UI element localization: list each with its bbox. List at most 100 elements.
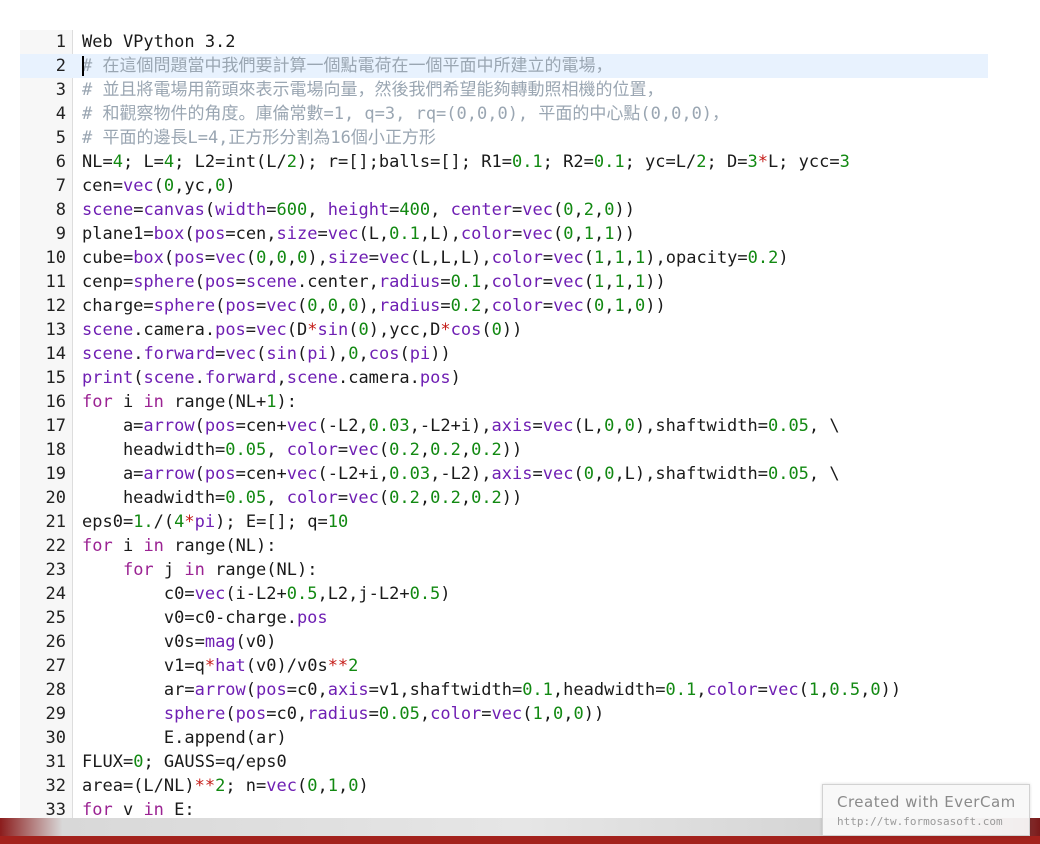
code-text[interactable]: c0=vec(i-L2+0.5,L2,j-L2+0.5): [82, 582, 451, 606]
code-text[interactable]: scene.camera.pos=vec(D*sin(0),ycc,D*cos(…: [82, 318, 522, 342]
code-text[interactable]: NL=4; L=4; L2=int(L/2); r=[];balls=[]; R…: [82, 150, 850, 174]
code-token: ,: [481, 272, 492, 292]
code-text[interactable]: charge=sphere(pos=vec(0,0,0),radius=0.2,…: [82, 294, 666, 318]
code-text[interactable]: # 和觀察物件的角度。庫倫常數=1, q=3, rq=(0,0,0), 平面的中…: [82, 102, 729, 126]
code-text[interactable]: # 平面的邊長L=4,正方形分割為16個小正方形: [82, 126, 436, 150]
code-line[interactable]: 6 NL=4; L=4; L2=int(L/2); r=[];balls=[]; …: [20, 150, 988, 174]
code-line[interactable]: 13 scene.camera.pos=vec(D*sin(0),ycc,D*co…: [20, 318, 988, 342]
code-text[interactable]: for i in range(NL):: [82, 534, 277, 558]
code-token: **: [194, 776, 216, 796]
code-line[interactable]: 5 # 平面的邊長L=4,正方形分割為16個小正方形: [20, 126, 988, 150]
code-line[interactable]: 28 ar=arrow(pos=c0,axis=v1,shaftwidth=0.…: [20, 678, 988, 702]
code-text[interactable]: scene=canvas(width=600, height=400, cent…: [82, 198, 635, 222]
code-line[interactable]: 19 a=arrow(pos=cen+vec(-L2+i,0.03,-L2),a…: [20, 462, 988, 486]
code-text[interactable]: cen=vec(0,yc,0): [82, 174, 236, 198]
code-line[interactable]: 4 # 和觀察物件的角度。庫倫常數=1, q=3, rq=(0,0,0), 平面的…: [20, 102, 988, 126]
code-token: v0=c0-charge.: [82, 608, 297, 628]
code-text[interactable]: v1=q*hat(v0)/v0s**2: [82, 654, 359, 678]
code-line[interactable]: 21 eps0=1./(4*pi); E=[]; q=10: [20, 510, 988, 534]
code-token: =: [337, 488, 349, 508]
code-token: charge=: [82, 296, 154, 316]
code-text[interactable]: for v in E:: [82, 798, 195, 818]
code-text[interactable]: plane1=box(pos=cen,size=vec(L,0.1,L),col…: [82, 222, 635, 246]
code-text[interactable]: a=arrow(pos=cen+vec(-L2+i,0.03,-L2),axis…: [82, 462, 840, 486]
code-text[interactable]: eps0=1./(4*pi); E=[]; q=10: [82, 510, 348, 534]
code-text[interactable]: Web VPython 3.2: [82, 30, 236, 54]
code-token: ): [450, 368, 461, 388]
code-text[interactable]: v0s=mag(v0): [82, 630, 277, 654]
code-line[interactable]: 16 for i in range(NL+1):: [20, 390, 988, 414]
code-line[interactable]: 7 cen=vec(0,yc,0): [20, 174, 988, 198]
code-token: range(NL):: [163, 536, 277, 556]
code-line[interactable]: 2 # 在這個問題當中我們要計算一個點電荷在一個平面中所建立的電場，: [20, 54, 988, 78]
code-token: =: [317, 224, 328, 244]
code-token: arrow: [143, 416, 195, 436]
code-line[interactable]: 12 charge=sphere(pos=vec(0,0,0),radius=0.…: [20, 294, 988, 318]
code-token: height: [327, 200, 390, 220]
code-token: )): [501, 320, 523, 340]
code-line[interactable]: 20 headwidth=0.05, color=vec(0.2,0.2,0.2…: [20, 486, 988, 510]
code-token: vec: [379, 248, 410, 268]
code-token: 0.05: [767, 464, 809, 484]
code-text[interactable]: scene.forward=vec(sin(pi),0,cos(pi)): [82, 342, 451, 366]
code-line[interactable]: 25 v0=c0-charge.pos: [20, 606, 988, 630]
code-text[interactable]: FLUX=0; GAUSS=q/eps0: [82, 750, 287, 774]
code-token: ),opacity=: [645, 248, 748, 268]
code-line[interactable]: 14 scene.forward=vec(sin(pi),0,cos(pi)): [20, 342, 988, 366]
code-token: box: [153, 224, 185, 244]
code-token: (: [184, 224, 195, 244]
code-token: axis: [327, 680, 369, 700]
code-token: ,: [604, 296, 615, 316]
code-text[interactable]: a=arrow(pos=cen+vec(-L2,0.03,-L2+i),axis…: [82, 414, 840, 438]
code-text[interactable]: ar=arrow(pos=c0,axis=v1,shaftwidth=0.1,h…: [82, 678, 901, 702]
code-line[interactable]: 8 scene=canvas(width=600, height=400, cen…: [20, 198, 988, 222]
code-token: )): [501, 440, 523, 460]
code-line[interactable]: 1 Web VPython 3.2: [20, 30, 988, 54]
code-text[interactable]: v0=c0-charge.pos: [82, 606, 328, 630]
code-line[interactable]: 22 for i in range(NL):: [20, 534, 988, 558]
code-text[interactable]: headwidth=0.05, color=vec(0.2,0.2,0.2)): [82, 486, 522, 510]
code-token: 0.03: [389, 464, 431, 484]
code-line[interactable]: 17 a=arrow(pos=cen+vec(-L2,0.03,-L2+i),a…: [20, 414, 988, 438]
code-token: ; yc=L/: [624, 152, 697, 172]
code-text[interactable]: area=(L/NL)**2; n=vec(0,1,0): [82, 774, 369, 798]
code-text[interactable]: E.append(ar): [82, 726, 287, 750]
code-text[interactable]: for j in range(NL):: [82, 558, 318, 582]
code-line[interactable]: 15 print(scene.forward,scene.camera.pos): [20, 366, 988, 390]
code-line[interactable]: 23 for j in range(NL):: [20, 558, 988, 582]
code-text[interactable]: for i in range(NL+1):: [82, 390, 297, 414]
code-token: (: [378, 440, 390, 460]
code-text[interactable]: headwidth=0.05, color=vec(0.2,0.2,0.2)): [82, 438, 522, 462]
code-token: FLUX=: [82, 752, 134, 772]
code-line[interactable]: 27 v1=q*hat(v0)/v0s**2: [20, 654, 988, 678]
code-token: =: [440, 296, 451, 316]
code-token: 1: [594, 248, 605, 268]
code-token: =: [481, 704, 492, 724]
code-line[interactable]: 31 FLUX=0; GAUSS=q/eps0: [20, 750, 988, 774]
code-text[interactable]: sphere(pos=c0,radius=0.05,color=vec(1,0,…: [82, 702, 604, 726]
code-line[interactable]: 26 v0s=mag(v0): [20, 630, 988, 654]
code-token: .: [194, 368, 205, 388]
code-token: 2: [583, 200, 595, 220]
code-token: vec: [542, 416, 574, 436]
code-text[interactable]: # 在這個問題當中我們要計算一個點電荷在一個平面中所建立的電場，: [82, 54, 612, 78]
code-text[interactable]: # 並且將電場用箭頭來表示電場向量，然後我們希望能夠轉動照相機的位置，: [82, 78, 663, 102]
code-line[interactable]: 3 # 並且將電場用箭頭來表示電場向量，然後我們希望能夠轉動照相機的位置，: [20, 78, 988, 102]
code-token: ,: [338, 296, 349, 316]
code-text[interactable]: print(scene.forward,scene.camera.pos): [82, 366, 461, 390]
code-token: # 平面的邊長L=4,正方形分割為16個小正方形: [82, 128, 436, 148]
code-token: color: [706, 680, 758, 700]
code-line[interactable]: 9 plane1=box(pos=cen,size=vec(L,0.1,L),co…: [20, 222, 988, 246]
code-text[interactable]: cenp=sphere(pos=scene.center,radius=0.1,…: [82, 270, 666, 294]
code-line[interactable]: 11 cenp=sphere(pos=scene.center,radius=0.…: [20, 270, 988, 294]
code-editor[interactable]: 1 Web VPython 3.2 2 # 在這個問題當中我們要計算一個點電荷在一個平…: [20, 30, 989, 818]
code-line[interactable]: 29 sphere(pos=c0,radius=0.05,color=vec(1…: [20, 702, 988, 726]
code-token: 1: [532, 704, 543, 724]
code-token: ): [358, 776, 369, 796]
code-line[interactable]: 18 headwidth=0.05, color=vec(0.2,0.2,0.2…: [20, 438, 988, 462]
code-line[interactable]: 24 c0=vec(i-L2+0.5,L2,j-L2+0.5): [20, 582, 988, 606]
watermark-url: http://tw.formosasoft.com: [837, 815, 1003, 828]
code-text[interactable]: cube=box(pos=vec(0,0,0),size=vec(L,L,L),…: [82, 246, 789, 270]
code-line[interactable]: 10 cube=box(pos=vec(0,0,0),size=vec(L,L,L…: [20, 246, 988, 270]
code-line[interactable]: 30 E.append(ar): [20, 726, 988, 750]
